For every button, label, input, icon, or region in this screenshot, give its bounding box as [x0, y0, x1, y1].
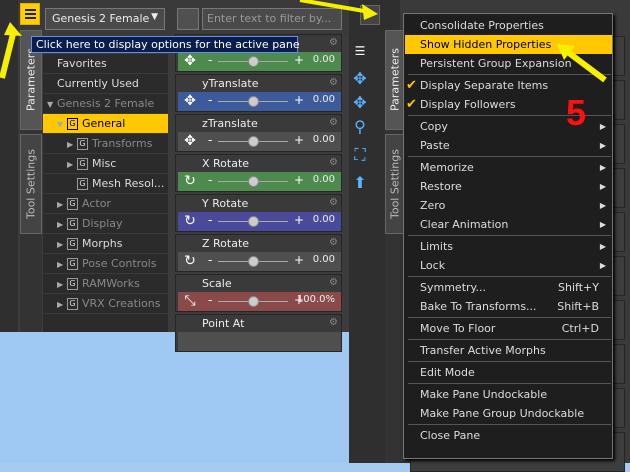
arrow-top	[299, 0, 378, 20]
arrow-left	[0, 22, 22, 79]
arrow-menu	[557, 44, 607, 83]
annotation-arrows	[0, 0, 607, 83]
